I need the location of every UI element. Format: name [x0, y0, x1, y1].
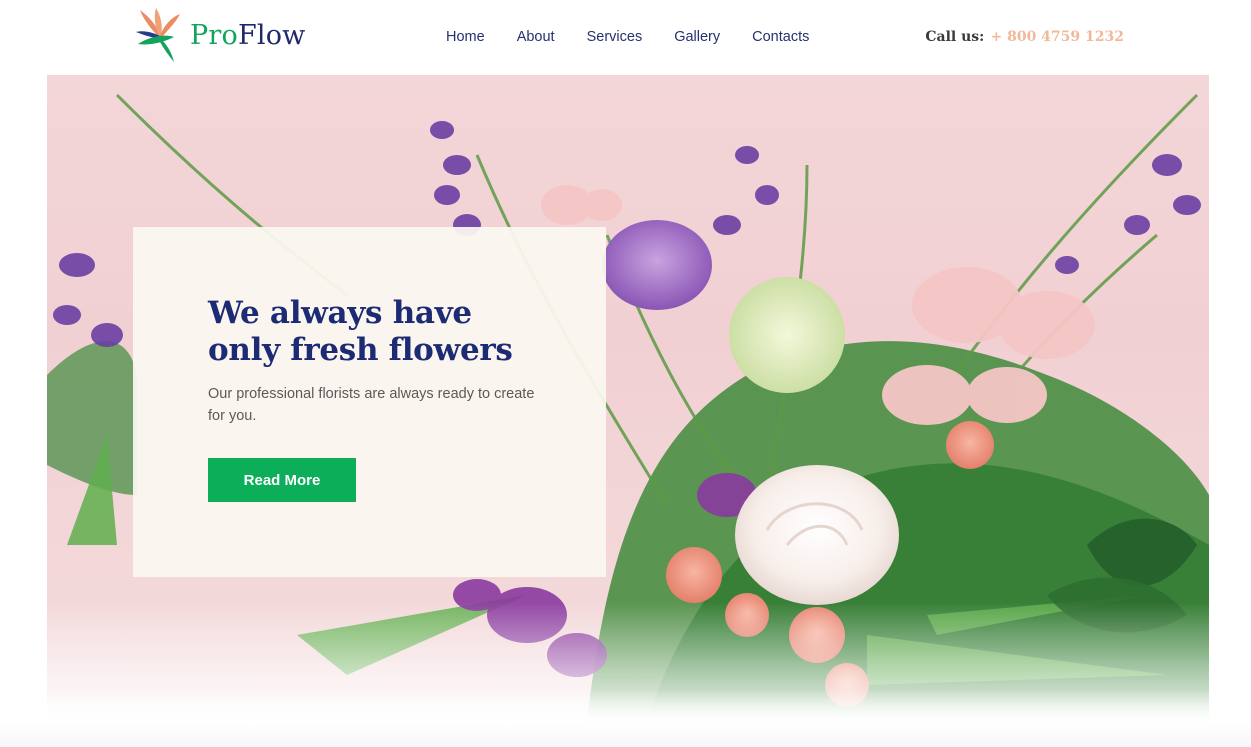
bird-of-paradise-flower-icon: [136, 8, 180, 62]
logo-link[interactable]: ProFlow: [134, 8, 305, 62]
site-header: ProFlow Home About Services Gallery Cont…: [0, 0, 1251, 75]
call-us-label: Call us:: [925, 29, 985, 45]
hero-card: We always have only fresh flowers Our pr…: [133, 227, 606, 577]
brand-name: ProFlow: [190, 22, 305, 49]
call-us: Call us: + 800 4759 1232: [925, 26, 1124, 48]
hero-title-line2: only fresh flowers: [208, 332, 513, 368]
page-bottom-fade: [0, 690, 1251, 747]
hero-title: We always have only fresh flowers: [208, 295, 588, 369]
nav-item-contacts[interactable]: Contacts: [752, 26, 809, 48]
nav-item-about[interactable]: About: [517, 26, 555, 48]
read-more-button[interactable]: Read More: [208, 458, 356, 502]
hero-description: Our professional florists are always rea…: [208, 386, 535, 424]
hero-title-line1: We always have: [208, 295, 472, 331]
phone-link[interactable]: + 800 4759 1232: [990, 29, 1124, 45]
brand-name-part1: Pro: [190, 19, 238, 51]
nav-item-services[interactable]: Services: [587, 26, 643, 48]
nav-item-gallery[interactable]: Gallery: [674, 26, 720, 48]
main-nav: Home About Services Gallery Contacts: [446, 26, 809, 48]
brand-name-part2: Flow: [237, 19, 306, 51]
nav-item-home[interactable]: Home: [446, 26, 485, 48]
